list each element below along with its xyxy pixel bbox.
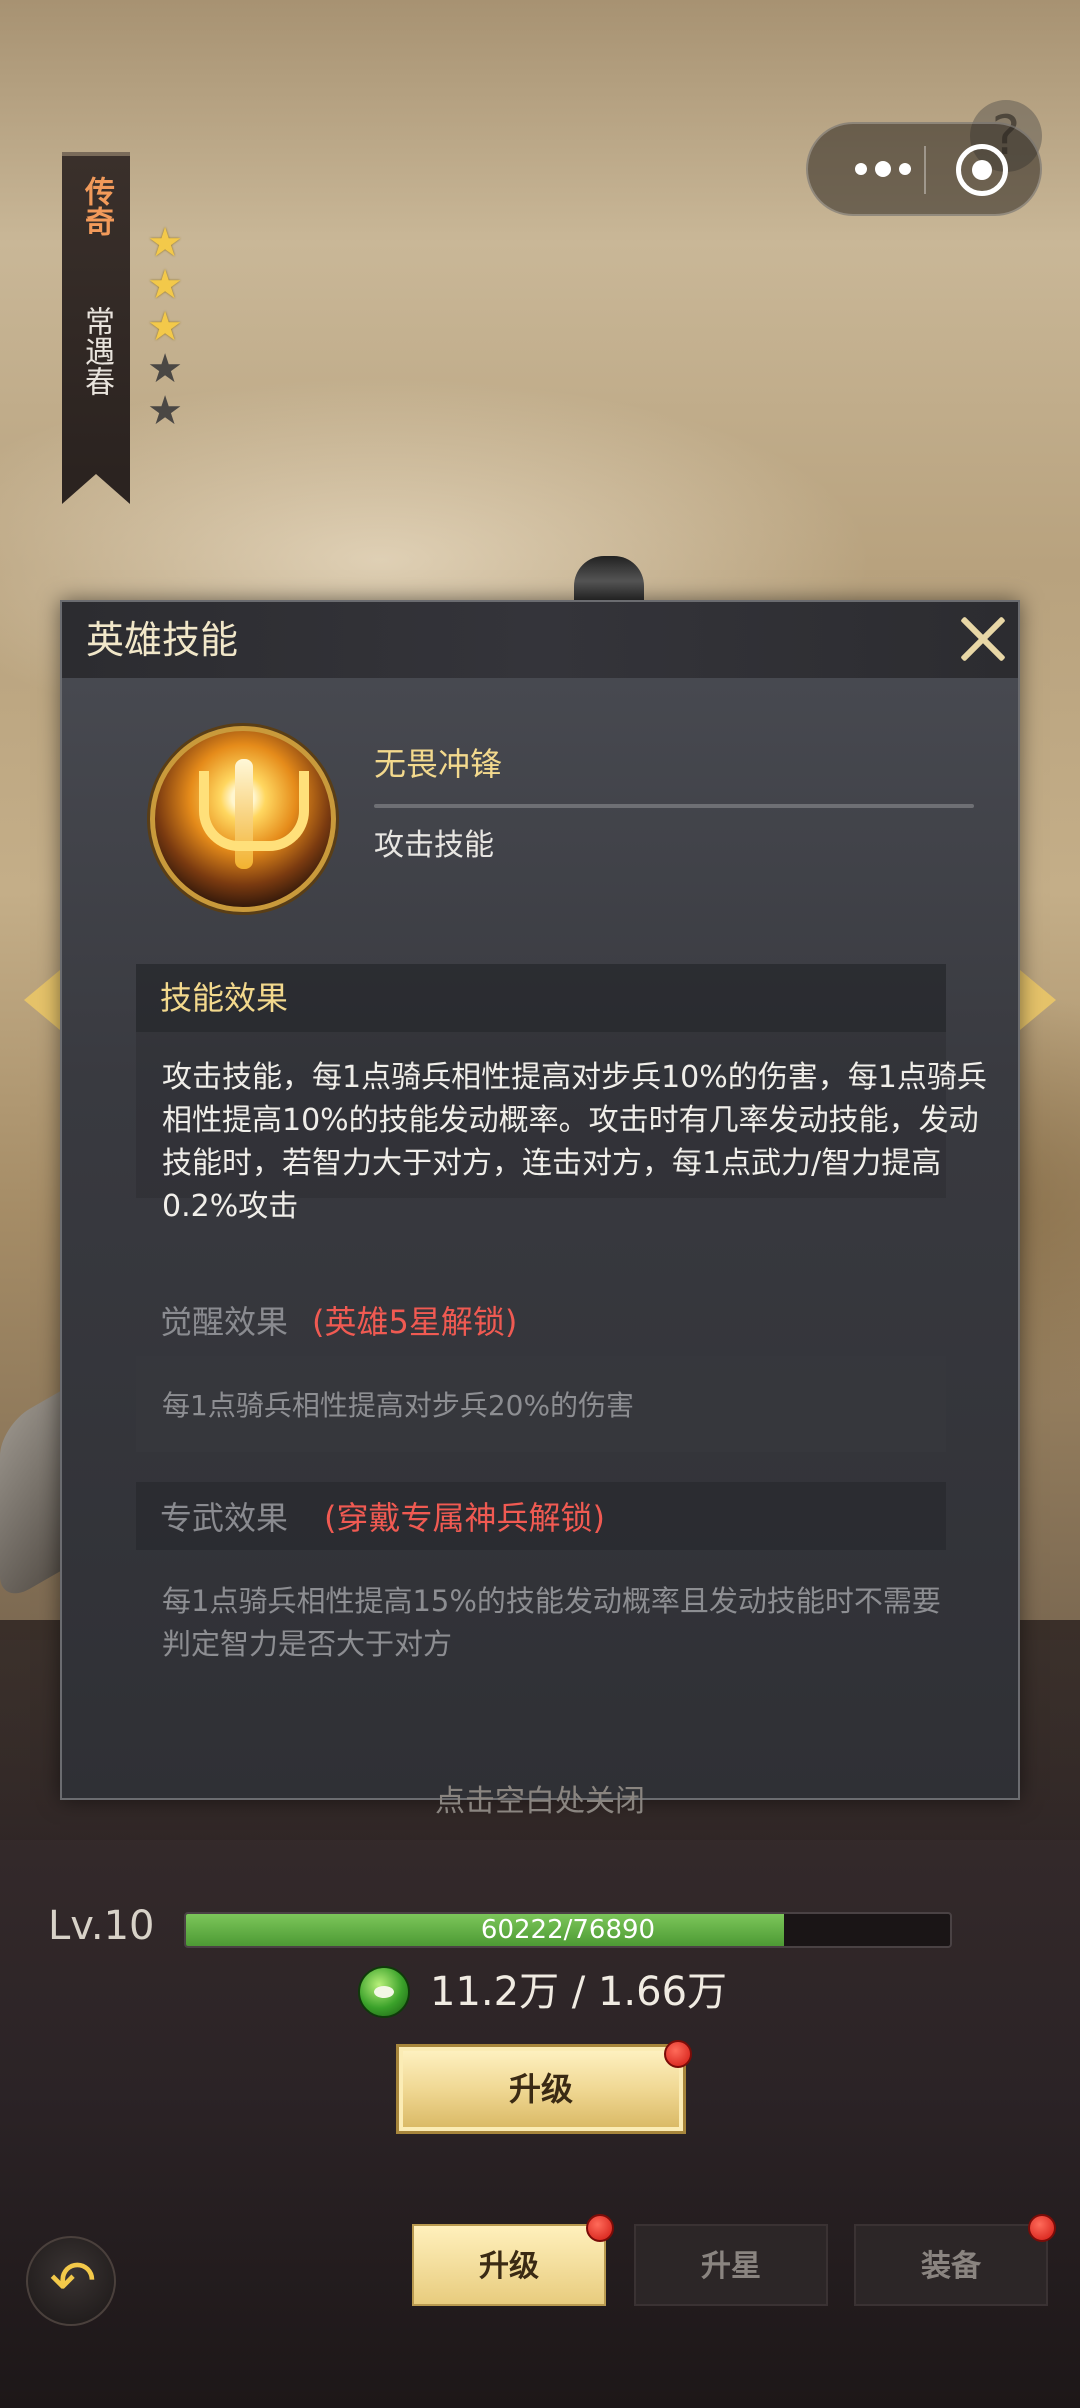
skill-icon bbox=[150, 726, 336, 912]
exclusive-label: 专武效果 bbox=[160, 1499, 289, 1537]
skill-type: 攻击技能 bbox=[374, 828, 494, 863]
modal-title: 英雄技能 bbox=[86, 618, 239, 662]
xp-text: 60222/76890 bbox=[480, 1915, 656, 1945]
upgrade-button[interactable]: 升级 bbox=[396, 2044, 686, 2134]
tab-equipment-notification-dot bbox=[1028, 2214, 1056, 2242]
effect-text: 攻击技能，每1点骑兵相性提高对步兵10%的伤害，每1点骑兵相性提高10%的技能发… bbox=[162, 1060, 987, 1224]
upgrade-notification-dot bbox=[664, 2040, 692, 2068]
tab-upgrade[interactable]: 升级 bbox=[412, 2224, 606, 2306]
star-filled-icon: ★ bbox=[147, 304, 183, 350]
jade-coin-icon bbox=[358, 1966, 410, 2018]
xp-bar: 60222/76890 bbox=[184, 1912, 952, 1948]
tab-equipment[interactable]: 装备 bbox=[854, 2224, 1048, 2306]
close-x-icon[interactable] bbox=[954, 610, 1012, 668]
tab-upgrade-notification-dot bbox=[586, 2214, 614, 2242]
hero-rarity: 传奇 bbox=[79, 176, 114, 236]
hero-name: 常遇春 bbox=[79, 306, 114, 396]
star-empty-icon: ★ bbox=[147, 388, 183, 434]
prev-hero-arrow-icon[interactable] bbox=[24, 970, 60, 1030]
hero-banner: 传奇 常遇春 bbox=[62, 152, 130, 504]
upgrade-cost: 11.2万 / 1.66万 bbox=[430, 1969, 728, 2015]
tab-star-up[interactable]: 升星 bbox=[634, 2224, 828, 2306]
awaken-unlock: (英雄5星解锁) bbox=[312, 1303, 518, 1341]
star-filled-icon: ★ bbox=[147, 220, 183, 266]
star-filled-icon: ★ bbox=[147, 262, 183, 308]
miniprogram-capsule bbox=[806, 122, 1042, 216]
skill-divider bbox=[374, 804, 974, 808]
exclusive-text: 每1点骑兵相性提高15%的技能发动概率且发动技能时不需要判定智力是否大于对方 bbox=[162, 1584, 941, 1661]
target-close-icon[interactable] bbox=[956, 144, 1008, 196]
hero-level: Lv.10 bbox=[48, 1903, 155, 1949]
close-hint: 点击空白处关闭 bbox=[435, 1784, 645, 1819]
more-dots-icon[interactable] bbox=[838, 124, 928, 214]
weapon-hilt-decoration bbox=[574, 556, 644, 606]
star-empty-icon: ★ bbox=[147, 346, 183, 392]
back-arrow-icon: ↶ bbox=[49, 2249, 97, 2314]
capsule-divider bbox=[924, 146, 926, 194]
skill-name: 无畏冲锋 bbox=[374, 745, 503, 783]
effect-section-label: 技能效果 bbox=[160, 979, 289, 1017]
hero-stars: ★ ★ ★ ★ ★ bbox=[144, 222, 192, 432]
back-button[interactable]: ↶ bbox=[26, 2236, 116, 2326]
modal-header: 英雄技能 bbox=[62, 602, 1018, 678]
awaken-text: 每1点骑兵相性提高对步兵20%的伤害 bbox=[162, 1389, 635, 1422]
hero-skill-modal: 英雄技能 无畏冲锋 攻击技能 技能效果 攻击技能，每1点骑兵相性提高对步兵10%… bbox=[60, 600, 1020, 1800]
next-hero-arrow-icon[interactable] bbox=[1020, 970, 1056, 1030]
awaken-label: 觉醒效果 bbox=[160, 1303, 289, 1341]
exclusive-unlock: (穿戴专属神兵解锁) bbox=[324, 1499, 605, 1537]
effect-section-header: 技能效果 bbox=[136, 964, 946, 1032]
